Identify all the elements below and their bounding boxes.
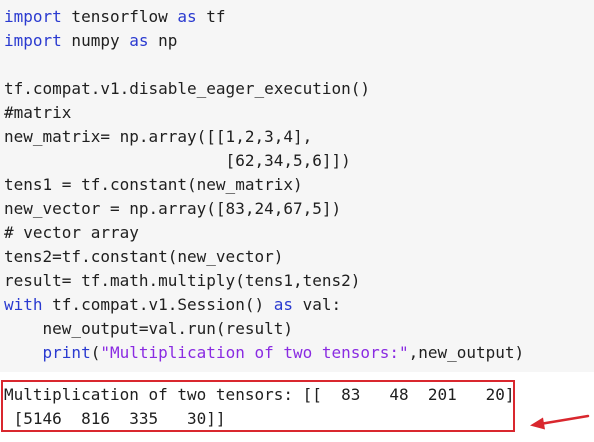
code-line: new_matrix= np.array([[1,2,3,4], <box>4 125 524 149</box>
code-cell[interactable]: import tensorflow as tf import numpy as n… <box>0 0 594 372</box>
code-editor[interactable]: import tensorflow as tf import numpy as n… <box>4 5 524 365</box>
code-text: # vector array <box>4 223 139 242</box>
code-line: import numpy as np <box>4 29 524 53</box>
code-line: import tensorflow as tf <box>4 5 524 29</box>
code-line: tens2=tf.constant(new_vector) <box>4 245 524 269</box>
code-line: #matrix <box>4 101 524 125</box>
code-text: new_output=val.run(result) <box>4 319 293 338</box>
code-text: tf <box>196 7 226 26</box>
code-keyword: with <box>4 295 43 314</box>
output-line: Multiplication of two tensors: [[ 83 48 … <box>4 385 515 404</box>
code-text: tens1 = tf.constant(new_matrix) <box>4 175 303 194</box>
code-keyword: as <box>273 295 293 314</box>
code-line: tf.compat.v1.disable_eager_execution() <box>4 77 524 101</box>
code-text: tf.compat.v1.disable_eager_execution() <box>4 79 371 98</box>
arrow-left-icon <box>530 414 590 430</box>
code-text: [62,34,5,6]]) <box>4 151 351 170</box>
code-text: numpy <box>61 31 130 50</box>
code-keyword: as <box>177 7 197 26</box>
code-text: tensorflow <box>61 7 178 26</box>
code-line: new_output=val.run(result) <box>4 317 524 341</box>
code-line: result= tf.math.multiply(tens1,tens2) <box>4 269 524 293</box>
code-line: tens1 = tf.constant(new_matrix) <box>4 173 524 197</box>
code-string: "Multiplication of two tensors:" <box>100 343 409 362</box>
code-text: ( <box>90 343 101 362</box>
code-text: new_vector = np.array([83,24,67,5]) <box>4 199 342 218</box>
code-keyword: as <box>129 31 149 50</box>
code-text: tens2=tf.constant(new_vector) <box>4 247 284 266</box>
output-line: [5146 816 335 30]] <box>4 409 226 428</box>
code-keyword: print <box>42 343 91 362</box>
code-text: new_matrix= np.array([[1,2,3,4], <box>4 127 313 146</box>
code-text: result= tf.math.multiply(tens1,tens2) <box>4 271 361 290</box>
code-text: ,new_output) <box>408 343 525 362</box>
code-line: # vector array <box>4 221 524 245</box>
code-line: new_vector = np.array([83,24,67,5]) <box>4 197 524 221</box>
code-line: with tf.compat.v1.Session() as val: <box>4 293 524 317</box>
code-text: np <box>148 31 178 50</box>
cell-output: Multiplication of two tensors: [[ 83 48 … <box>4 383 515 431</box>
code-text: tf.compat.v1.Session() <box>42 295 274 314</box>
code-text: val: <box>292 295 342 314</box>
notebook-page: import tensorflow as tf import numpy as n… <box>0 0 594 442</box>
code-line: [62,34,5,6]]) <box>4 149 524 173</box>
code-line: print("Multiplication of two tensors:",n… <box>4 341 525 365</box>
code-keyword: import <box>4 7 62 26</box>
code-keyword: import <box>4 31 62 50</box>
code-text: #matrix <box>4 103 72 122</box>
